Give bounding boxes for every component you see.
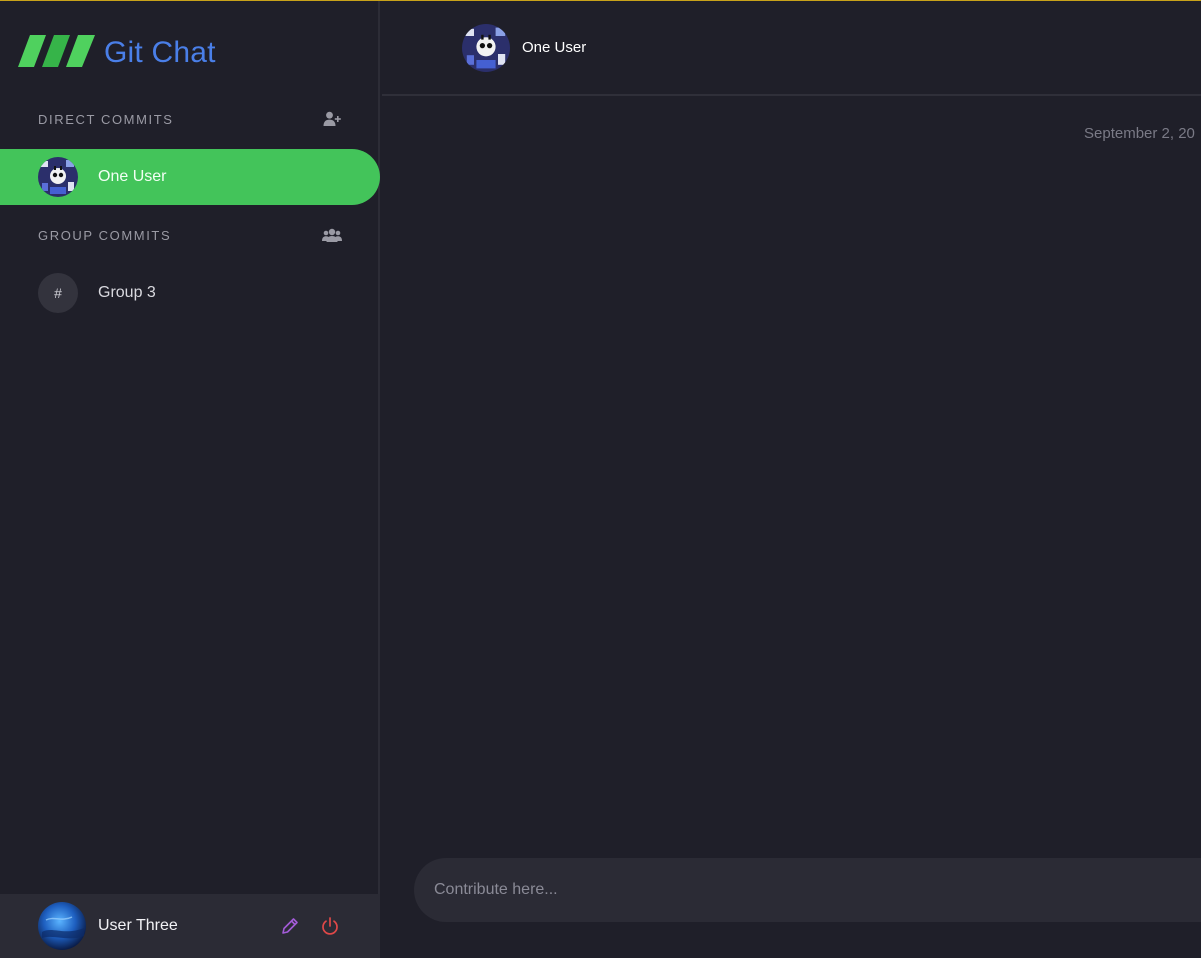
group-item-group-3[interactable]: # Group 3 xyxy=(0,265,380,321)
direct-commits-title: DIRECT COMMITS xyxy=(38,111,174,127)
direct-item-one-user[interactable]: One User xyxy=(0,149,380,205)
pencil-icon[interactable] xyxy=(280,916,300,936)
user-three-avatar[interactable] xyxy=(38,902,86,950)
power-icon[interactable] xyxy=(320,916,340,936)
direct-commits-header: DIRECT COMMITS xyxy=(38,109,342,129)
app-title: Git Chat xyxy=(104,36,216,69)
one-user-avatar xyxy=(38,157,78,197)
add-user-icon[interactable] xyxy=(322,109,342,129)
current-user-name: User Three xyxy=(98,917,178,934)
logo-stripes-icon xyxy=(18,35,95,67)
group-item-label: Group 3 xyxy=(98,284,156,301)
message-input[interactable] xyxy=(414,858,1201,922)
chat-header-name: One User xyxy=(522,39,587,56)
app-logo[interactable]: Git Chat xyxy=(18,35,216,71)
group-icon[interactable] xyxy=(322,225,342,245)
group-commits-header: GROUP COMMITS xyxy=(38,225,342,245)
sidebar: Git Chat DIRECT COMMITS One User GROUP C… xyxy=(0,1,380,958)
current-user-bar: User Three xyxy=(0,894,380,958)
message-composer xyxy=(414,858,1201,922)
user-actions xyxy=(280,916,340,936)
direct-item-label: One User xyxy=(98,168,167,185)
group-hash-avatar: # xyxy=(38,273,78,313)
chat-header-avatar[interactable] xyxy=(462,23,510,72)
date-separator: September 2, 20 xyxy=(1084,125,1195,142)
chat-panel: One User September 2, 20 xyxy=(382,1,1201,958)
group-commits-title: GROUP COMMITS xyxy=(38,227,172,243)
chat-header: One User xyxy=(382,1,1201,96)
